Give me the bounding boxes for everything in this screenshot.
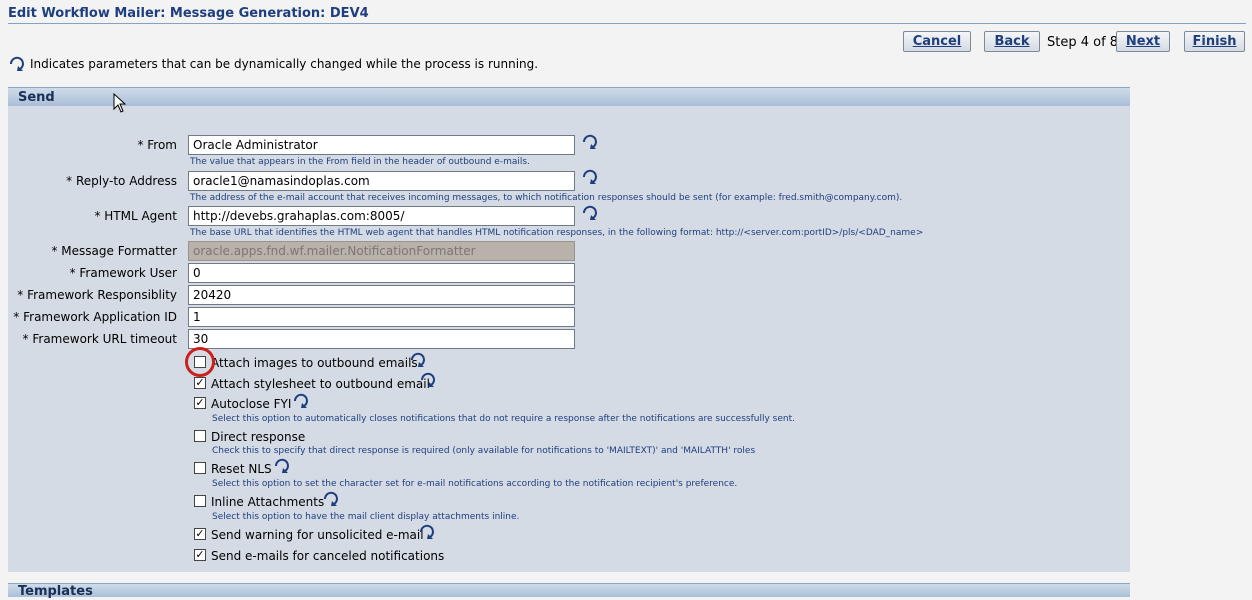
section-header-send: Send (8, 87, 1130, 106)
inline-attachments-checkbox[interactable] (194, 495, 206, 507)
html-agent-field[interactable]: http://devebs.grahaplas.com:8005/ (188, 206, 575, 226)
attach-stylesheet-checkbox[interactable]: ✓ (194, 377, 206, 389)
send-warning-label: Send warning for unsolicited e-mail (211, 528, 424, 542)
reset-nls-checkbox[interactable] (194, 462, 206, 474)
back-button[interactable]: Back (984, 31, 1040, 52)
cancel-button[interactable]: Cancel (903, 31, 971, 52)
next-button[interactable]: Next (1116, 31, 1170, 52)
title-divider (8, 23, 1246, 24)
direct-response-checkbox[interactable] (194, 430, 206, 442)
reply-to-label: * Reply-to Address (66, 174, 177, 188)
send-canceled-checkbox[interactable]: ✓ (194, 549, 206, 561)
framework-user-label: * Framework User (69, 266, 177, 280)
framework-user-field[interactable]: 0 (188, 263, 575, 283)
message-formatter-field: oracle.apps.fnd.wf.mailer.NotificationFo… (188, 241, 575, 261)
mouse-cursor-icon (113, 93, 127, 113)
dynamic-parameter-icon (420, 372, 435, 387)
framework-application-id-field[interactable]: 1 (188, 307, 575, 327)
framework-url-timeout-label: * Framework URL timeout (22, 332, 177, 346)
reset-nls-hint: Select this option to set the character … (212, 479, 738, 489)
from-field[interactable]: Oracle Administrator (188, 135, 575, 155)
attach-images-label: Attach images to outbound emails (211, 356, 418, 370)
from-hint: The value that appears in the From field… (190, 157, 530, 167)
attach-stylesheet-label: Attach stylesheet to outbound email (211, 377, 430, 391)
dynamic-legend: Indicates parameters that can be dynamic… (8, 55, 538, 73)
autoclose-fyi-checkbox[interactable]: ✓ (194, 397, 206, 409)
html-agent-hint: The base URL that identifies the HTML we… (190, 228, 924, 238)
autoclose-fyi-hint: Select this option to automatically clos… (212, 414, 795, 424)
dynamic-parameter-icon (582, 169, 597, 184)
framework-responsibility-label: * Framework Responsiblity (17, 288, 177, 302)
autoclose-fyi-label: Autoclose FYI (211, 397, 292, 411)
send-warning-checkbox[interactable]: ✓ (194, 528, 206, 540)
reset-nls-label: Reset NLS (211, 462, 272, 476)
inline-attachments-hint: Select this option to have the mail clie… (212, 512, 520, 522)
dynamic-parameter-icon (582, 134, 597, 149)
step-indicator: Step 4 of 8 (1047, 35, 1119, 50)
highlight-circle (185, 347, 215, 377)
reply-to-hint: The address of the e-mail account that r… (190, 193, 903, 203)
dynamic-parameter-icon (323, 491, 338, 506)
dynamic-parameter-icon (410, 352, 425, 367)
inline-attachments-label: Inline Attachments (211, 495, 325, 509)
message-formatter-label: * Message Formatter (51, 244, 177, 258)
from-label: * From (137, 138, 177, 152)
send-canceled-label: Send e-mails for canceled notifications (211, 549, 445, 563)
reply-to-field[interactable]: oracle1@namasindoplas.com (188, 171, 575, 191)
framework-url-timeout-field[interactable]: 30 (188, 329, 575, 349)
direct-response-hint: Check this to specify that direct respon… (212, 446, 756, 456)
dynamic-parameter-icon (419, 524, 434, 539)
dynamic-parameter-icon (274, 458, 289, 473)
page-title: Edit Workflow Mailer: Message Generation… (8, 6, 369, 21)
dynamic-parameter-icon (293, 393, 308, 408)
framework-application-id-label: * Framework Application ID (13, 310, 177, 324)
section-header-templates: Templates (8, 583, 1130, 599)
finish-button[interactable]: Finish (1184, 31, 1245, 52)
direct-response-label: Direct response (211, 430, 306, 444)
dynamic-parameter-icon (582, 205, 597, 220)
framework-responsibility-field[interactable]: 20420 (188, 285, 575, 305)
html-agent-label: * HTML Agent (94, 209, 177, 223)
dynamic-parameter-icon (9, 56, 24, 71)
legend-text: Indicates parameters that can be dynamic… (30, 57, 539, 71)
